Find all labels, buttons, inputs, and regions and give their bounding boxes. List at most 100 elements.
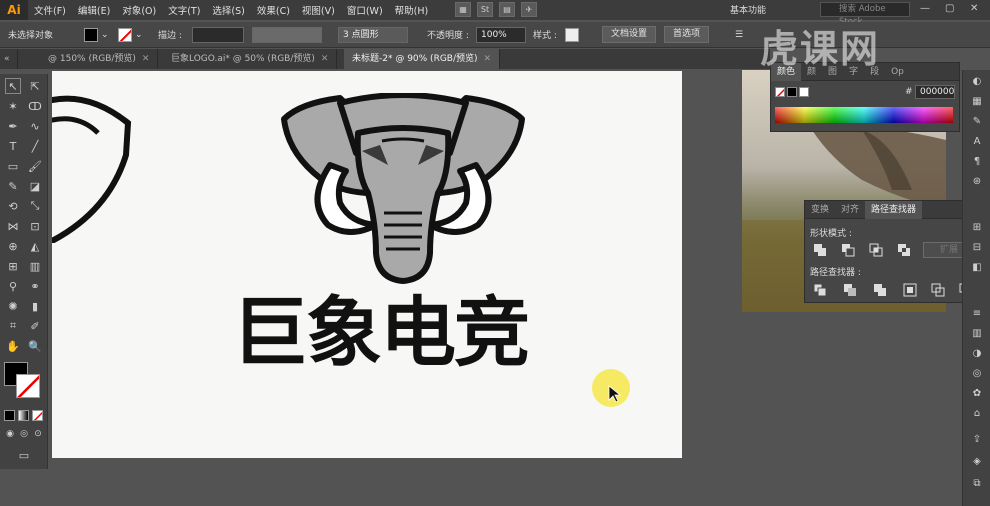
tab-close-icon[interactable]: ✕ — [484, 54, 492, 64]
tab-pathfinder[interactable]: 路径查找器 — [865, 200, 923, 219]
menu-file[interactable]: 文件(F) — [28, 3, 72, 17]
exclude-icon[interactable] — [897, 243, 911, 257]
bridge-icon[interactable]: ▦ — [455, 2, 471, 17]
menu-edit[interactable]: 编辑(E) — [72, 3, 116, 17]
stroke-swatch[interactable] — [118, 27, 132, 42]
blend-tool-icon[interactable]: ⚭ — [27, 278, 43, 294]
stroke-icon[interactable]: ≡ — [969, 306, 985, 320]
paragraph-icon[interactable]: ¶ — [969, 154, 985, 168]
black-color-icon[interactable] — [787, 87, 797, 97]
type-tool-icon[interactable]: T — [5, 138, 21, 154]
tab-color-guide[interactable]: 颜 — [801, 63, 822, 81]
column-graph-tool-icon[interactable]: ▮ — [27, 298, 43, 314]
gradient-tool-icon[interactable]: ▥ — [27, 258, 43, 274]
tab-graphic-styles[interactable]: 图 — [822, 63, 843, 81]
style-swatch[interactable] — [565, 28, 579, 42]
tab-align[interactable]: 对齐 — [835, 201, 865, 219]
divide-icon[interactable] — [813, 283, 827, 297]
close-icon[interactable]: ✕ — [970, 3, 978, 14]
tab-character[interactable]: 字 — [843, 63, 864, 81]
tab-close-icon[interactable]: ✕ — [321, 54, 329, 64]
maximize-icon[interactable]: ▢ — [945, 3, 954, 14]
draw-behind-icon[interactable]: ◎ — [18, 428, 30, 440]
swatches-icon[interactable]: ▦ — [969, 94, 985, 108]
minus-front-icon[interactable] — [841, 243, 855, 257]
symbols-icon[interactable]: ⊛ — [969, 174, 985, 188]
line-tool-icon[interactable]: ╱ — [27, 138, 43, 154]
intersect-icon[interactable] — [869, 243, 883, 257]
paintbrush-tool-icon[interactable]: 🖌 — [27, 158, 43, 174]
zoom-tool-icon[interactable]: 🔍 — [27, 338, 43, 354]
preferences-button[interactable]: 首选项 — [664, 26, 710, 43]
perspective-grid-tool-icon[interactable]: ◭ — [27, 238, 43, 254]
hex-input[interactable]: 000000 — [915, 85, 955, 99]
stock-search-input[interactable]: 搜索 Adobe Stock — [820, 2, 910, 27]
curvature-tool-icon[interactable]: ∿ — [27, 118, 43, 134]
artboards-icon[interactable]: ⧉ — [969, 476, 985, 490]
pen-tool-icon[interactable]: ✒ — [5, 118, 21, 134]
direct-selection-tool-icon[interactable]: ⇱ — [27, 78, 43, 94]
stroke-dropdown-icon[interactable]: ⌄ — [135, 30, 143, 40]
magic-wand-tool-icon[interactable]: ✶ — [5, 98, 21, 114]
rotate-tool-icon[interactable]: ⟲ — [5, 198, 21, 214]
align-panel-icon[interactable]: ⊟ — [969, 240, 985, 254]
stock-icon[interactable]: St — [477, 2, 493, 17]
tab-color[interactable]: 颜色 — [771, 62, 802, 81]
free-transform-tool-icon[interactable]: ⊡ — [27, 218, 43, 234]
symbol-sprayer-tool-icon[interactable]: ✺ — [5, 298, 21, 314]
menu-select[interactable]: 选择(S) — [206, 3, 250, 17]
scale-tool-icon[interactable]: ⤡ — [27, 198, 43, 214]
draw-inside-icon[interactable]: ⊙ — [32, 428, 44, 440]
tab-close-icon[interactable]: ✕ — [142, 54, 150, 64]
menu-effect[interactable]: 效果(C) — [251, 3, 296, 17]
crop-icon[interactable] — [903, 283, 917, 297]
tab-document-3[interactable]: 未标题-2* @ 90% (RGB/预览) ✕ — [344, 49, 501, 69]
gradient-mode-icon[interactable] — [18, 410, 29, 421]
menu-view[interactable]: 视图(V) — [296, 3, 341, 17]
variable-width-profile[interactable] — [252, 27, 322, 43]
minimize-icon[interactable]: — — [920, 3, 930, 14]
tab-document-2[interactable]: 巨象LOGO.ai* @ 50% (RGB/预览) ✕ — [163, 49, 338, 69]
character-icon[interactable]: A — [969, 134, 985, 148]
color-spectrum[interactable] — [775, 107, 953, 123]
eraser-tool-icon[interactable]: ◪ — [27, 178, 43, 194]
pathfinder-icon[interactable]: ◧ — [969, 260, 985, 274]
lasso-tool-icon[interactable]: ↀ — [27, 98, 43, 114]
tab-transform[interactable]: 变换 — [805, 201, 835, 219]
outline-icon[interactable] — [931, 283, 945, 297]
color-panel-icon[interactable]: ◐ — [969, 74, 985, 88]
shaper-tool-icon[interactable]: ✎ — [5, 178, 21, 194]
tab-document-1[interactable]: @ 150% (RGB/预览) ✕ — [40, 49, 159, 69]
menu-object[interactable]: 对象(O) — [116, 3, 162, 17]
menu-help[interactable]: 帮助(H) — [389, 3, 435, 17]
none-mode-icon[interactable] — [32, 410, 43, 421]
draw-normal-icon[interactable]: ◉ — [4, 428, 16, 440]
fill-swatch[interactable] — [84, 27, 98, 42]
tab-opentype[interactable]: Op — [885, 63, 910, 81]
layers-icon[interactable]: ◈ — [969, 454, 985, 468]
menu-window[interactable]: 窗口(W) — [341, 3, 389, 17]
shape-builder-tool-icon[interactable]: ⊕ — [5, 238, 21, 254]
screen-mode-icon[interactable]: ▭ — [14, 448, 34, 462]
slice-tool-icon[interactable]: ✐ — [27, 318, 43, 334]
merge-icon[interactable] — [873, 283, 887, 297]
brush-definition-select[interactable]: 3 点圆形 — [338, 27, 408, 43]
none-color-icon[interactable] — [775, 87, 785, 97]
stroke-color-box[interactable] — [16, 374, 40, 398]
gradient-icon[interactable]: ▥ — [969, 326, 985, 340]
fill-dropdown-icon[interactable]: ⌄ — [101, 30, 109, 40]
selection-tool-icon[interactable]: ↖ — [5, 78, 21, 94]
width-tool-icon[interactable]: ⋈ — [5, 218, 21, 234]
workspace-switcher[interactable]: 基本功能 — [730, 3, 766, 16]
graphic-styles-icon[interactable]: ✿ — [969, 386, 985, 400]
tab-paragraph[interactable]: 段 — [864, 63, 885, 81]
opacity-input[interactable]: 100% — [476, 27, 526, 43]
mesh-tool-icon[interactable]: ⊞ — [5, 258, 21, 274]
eyedropper-tool-icon[interactable]: ⚲ — [5, 278, 21, 294]
artboard-tool-icon[interactable]: ⌗ — [5, 318, 21, 334]
transparency-icon[interactable]: ◑ — [969, 346, 985, 360]
color-mode-icon[interactable] — [4, 410, 15, 421]
gpu-performance-icon[interactable]: ✈ — [521, 2, 537, 17]
tab-overflow-icon[interactable]: « — [0, 49, 18, 69]
menu-type[interactable]: 文字(T) — [162, 3, 206, 17]
